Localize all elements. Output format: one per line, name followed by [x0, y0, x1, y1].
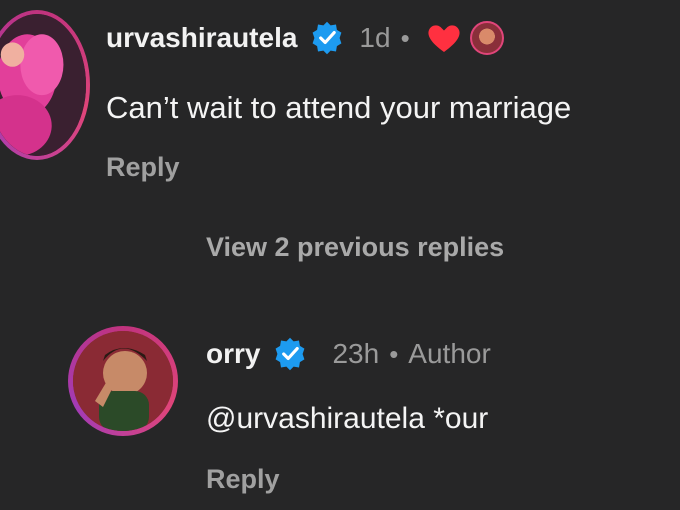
- heart-icon[interactable]: [426, 21, 462, 55]
- username[interactable]: urvashirautela: [106, 22, 297, 54]
- comment-time: 1d: [359, 22, 391, 53]
- username[interactable]: orry: [206, 338, 260, 370]
- comment-thread: { "comments": [ { "username": "urvashira…: [0, 0, 680, 510]
- view-previous-replies-button[interactable]: View 2 previous replies: [206, 232, 504, 263]
- author-like-avatar: [469, 21, 504, 55]
- avatar-image: [0, 14, 86, 156]
- avatar-photo-icon: [0, 14, 86, 156]
- avatar-image: [73, 331, 173, 431]
- comment-time: 23h: [332, 338, 380, 369]
- separator-dot: •: [400, 22, 410, 53]
- comment-text: Can’t wait to attend your marriage: [106, 90, 572, 125]
- avatar-orry[interactable]: [68, 326, 178, 436]
- separator-dot: •: [389, 338, 399, 369]
- comment-text: @urvashirautela *our: [206, 402, 489, 435]
- avatar-photo-icon: [73, 331, 173, 431]
- reply-button[interactable]: Reply: [106, 152, 180, 183]
- author-badge: Author: [408, 338, 491, 369]
- comment-meta: urvashirautela 1d •: [106, 20, 504, 56]
- comment-meta: orry 23h • Author: [206, 336, 491, 372]
- verified-badge-icon: [276, 337, 305, 371]
- avatar-urvashirautela[interactable]: [0, 10, 90, 160]
- reply-button[interactable]: Reply: [206, 464, 280, 495]
- verified-badge-icon: [313, 21, 342, 55]
